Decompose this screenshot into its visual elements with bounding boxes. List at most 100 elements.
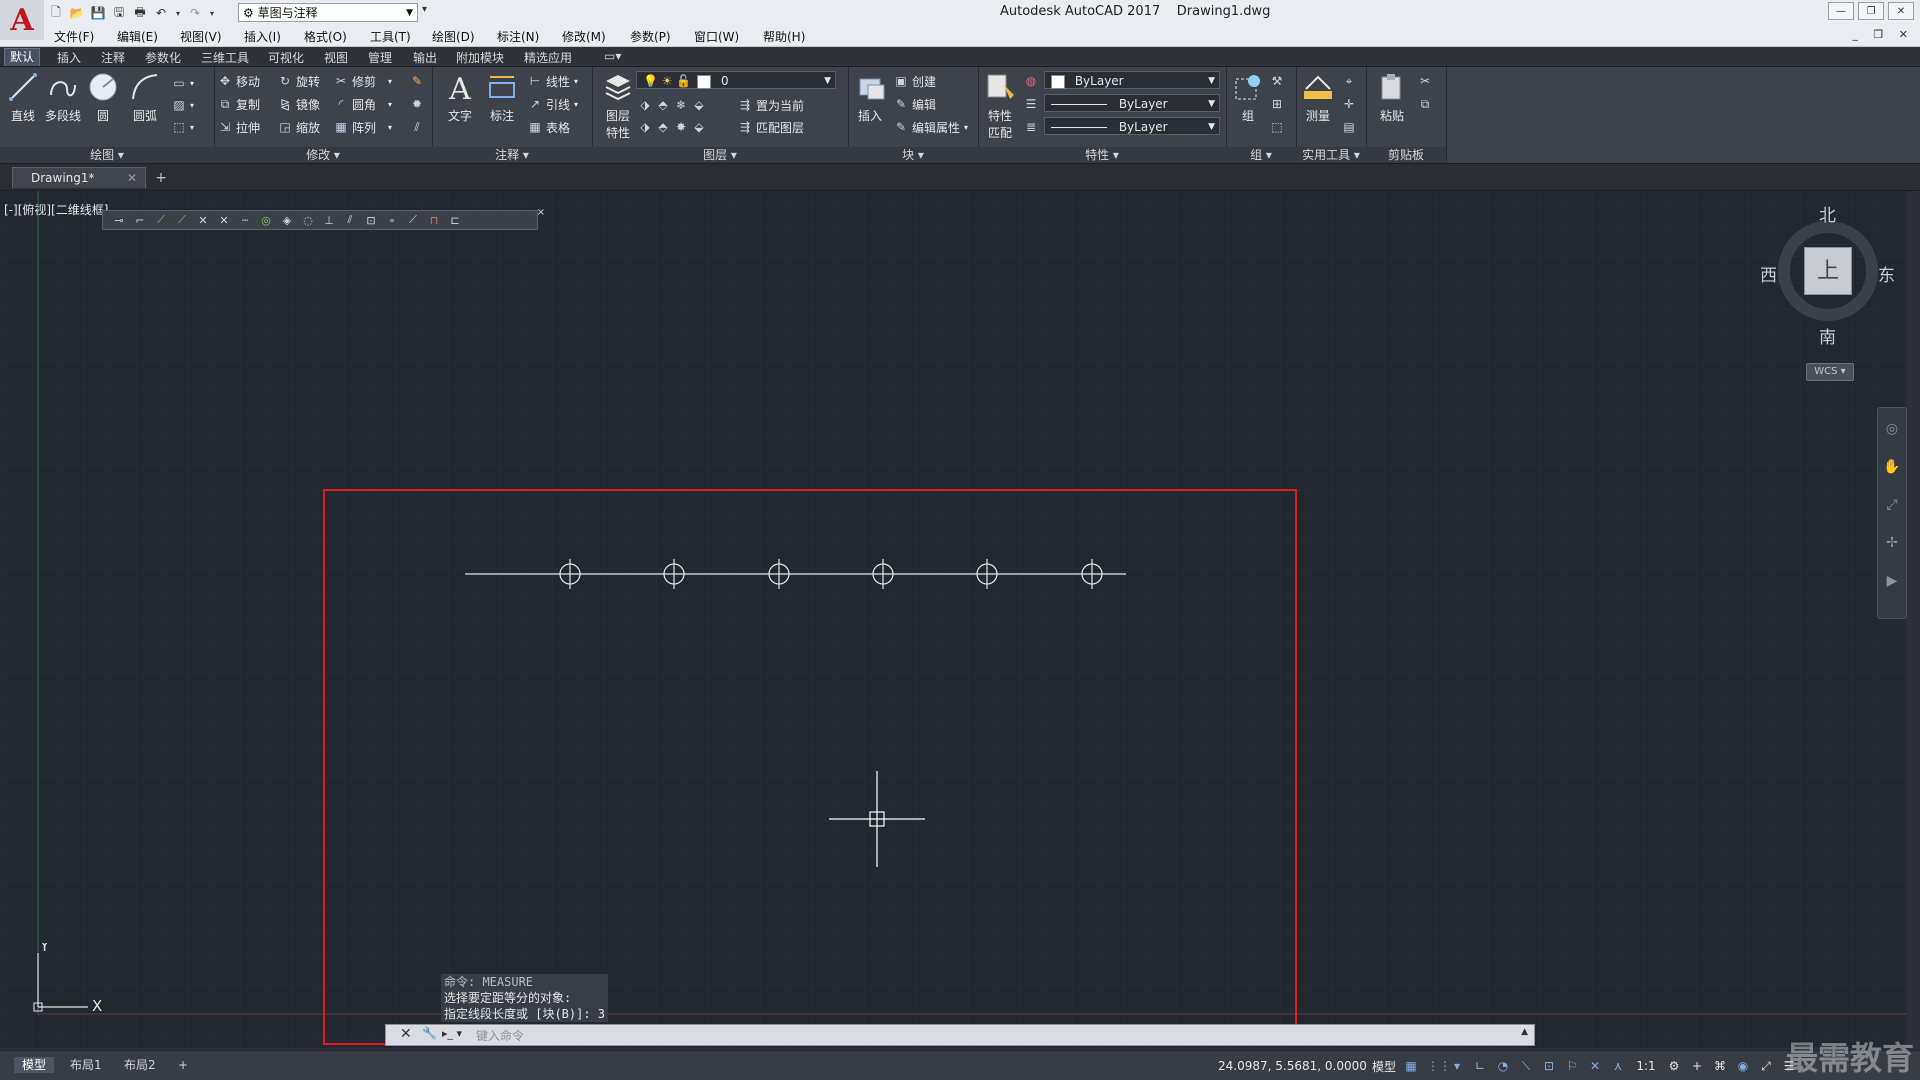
tool-hatch[interactable]: ▨ ▾ (172, 95, 194, 115)
annotation-visibility-icon[interactable]: ⚐ (1565, 1059, 1579, 1074)
point-icon[interactable]: ✛ (1342, 94, 1356, 114)
panel-modify-label[interactable]: 修改 ▾ (214, 147, 432, 163)
units-icon[interactable]: ⌘ (1713, 1059, 1727, 1074)
layer-tools-row1[interactable]: ⬗ ⬘ ❄ ⬙ (638, 95, 706, 115)
linetype-select[interactable]: ByLayer ▼ (1044, 94, 1220, 112)
tool-match-properties[interactable]: 特性 匹配 (980, 71, 1020, 141)
tool-edit-attributes[interactable]: ✎ 编辑属性 ▾ (894, 117, 968, 137)
tab-home[interactable]: 默认 (4, 48, 41, 66)
tool-line[interactable]: 直线 (3, 71, 43, 124)
doc-window-controls[interactable]: _ ❐ ✕ (1852, 28, 1914, 41)
tool-create-block[interactable]: ▣ 创建 (894, 71, 936, 91)
layout-tab-model[interactable]: 模型 (14, 1057, 55, 1073)
infer-icon[interactable]: ▾ (1450, 1059, 1464, 1074)
panel-group-label[interactable]: 组 ▾ (1226, 147, 1296, 163)
tool-table[interactable]: ▦ 表格 (528, 117, 570, 137)
menu-draw[interactable]: 绘图(D) (432, 28, 475, 45)
panel-utilities-label[interactable]: 实用工具 ▾ (1296, 147, 1366, 163)
tab-manage[interactable]: 管理 (368, 49, 392, 66)
menu-modify[interactable]: 修改(M) (562, 28, 606, 45)
tool-paste[interactable]: 粘贴 (1372, 71, 1412, 124)
tool-stretch[interactable]: ⇲ 拉伸 (218, 117, 260, 137)
panel-clipboard-label[interactable]: 剪贴板 (1366, 147, 1446, 163)
tool-fillet[interactable]: ◜ 圆角 ▾ (334, 94, 392, 114)
tool-rotate[interactable]: ↻ 旋转 (278, 71, 320, 91)
panel-draw-label[interactable]: 绘图 ▾ (0, 147, 214, 163)
auto-scale-icon[interactable]: ✕ (1588, 1059, 1602, 1074)
redo-dropdown-icon[interactable]: ▾ (208, 5, 216, 21)
menu-tools[interactable]: 工具(T) (370, 28, 411, 45)
close-button[interactable]: ✕ (1888, 2, 1914, 20)
minimize-button[interactable]: — (1828, 2, 1854, 20)
plot-icon[interactable]: 🖶 (132, 5, 148, 21)
tool-polyline[interactable]: 多段线 (43, 71, 83, 124)
command-line[interactable]: ✕ 🔧 ▸_ ▾ 键入命令 ▲ (385, 1024, 1535, 1046)
menu-help[interactable]: 帮助(H) (763, 28, 805, 45)
add-layout-button[interactable]: + (170, 1057, 196, 1073)
tool-match-layer[interactable]: ⇶ 匹配图层 (738, 117, 804, 137)
ribbon-toggle-icon[interactable]: ▭▾ (604, 49, 621, 63)
panel-block-label[interactable]: 块 ▾ (848, 147, 978, 163)
tool-leader[interactable]: ↗ 引线 ▾ (528, 94, 578, 114)
annotation-scale-value[interactable]: 1:1 (1634, 1059, 1658, 1074)
tool-layer-properties[interactable]: 图层 特性 (598, 71, 638, 141)
menu-edit[interactable]: 编辑(E) (117, 28, 158, 45)
group-select-icon[interactable]: ⬚ (1270, 117, 1284, 137)
layout-tab-layout1[interactable]: 布局1 (62, 1057, 110, 1073)
file-tab-drawing1[interactable]: Drawing1* ✕ (12, 167, 146, 188)
open-file-icon[interactable]: 📂 (69, 5, 85, 21)
copy-clip-icon[interactable]: ⧉ (1418, 94, 1432, 114)
layout-tab-layout2[interactable]: 布局2 (116, 1057, 164, 1073)
command-prompt-icon[interactable]: ▸_ ▾ (442, 1027, 462, 1040)
model-space-button[interactable]: 模型 (1372, 1058, 1396, 1075)
linetype-icon[interactable]: ☰ (1024, 94, 1038, 114)
qat-customize-icon[interactable]: ▾ (422, 4, 427, 15)
tool-boundary[interactable]: ⬚ ▾ (172, 117, 194, 137)
panel-layers-label[interactable]: 图层 ▾ (592, 147, 848, 163)
tab-parametric[interactable]: 参数化 (145, 49, 181, 66)
save-icon[interactable]: 💾 (90, 5, 106, 21)
snap-toggle-icon[interactable]: ⋮⋮ (1427, 1059, 1451, 1074)
save-as-icon[interactable]: 🖫 (111, 5, 127, 21)
menu-view[interactable]: 视图(V) (180, 28, 222, 45)
tool-linear[interactable]: ⊢ 线性 ▾ (528, 71, 578, 91)
tool-set-current[interactable]: ⇶ 置为当前 (738, 95, 804, 115)
menu-window[interactable]: 窗口(W) (694, 28, 739, 45)
tool-array[interactable]: ▦ 阵列 ▾ (334, 117, 392, 137)
tab-3d-tools[interactable]: 三维工具 (201, 49, 249, 66)
close-icon[interactable]: ✕ (127, 168, 137, 189)
chevron-up-icon[interactable]: ▲ (1521, 1027, 1528, 1037)
tab-annotate[interactable]: 注释 (101, 49, 125, 66)
coordinate-readout[interactable]: 24.0987, 5.5681, 0.0000 (1218, 1059, 1367, 1073)
undo-dropdown-icon[interactable]: ▾ (174, 5, 182, 21)
tab-addins[interactable]: 附加模块 (456, 49, 504, 66)
workspace-switch-icon[interactable]: ⚙ (1667, 1059, 1681, 1074)
tab-featured-apps[interactable]: 精选应用 (524, 49, 572, 66)
annotation-scale-icon[interactable]: ⋏ (1611, 1059, 1625, 1074)
polar-toggle-icon[interactable]: ◔ (1496, 1059, 1510, 1074)
restore-button[interactable]: ❐ (1858, 2, 1884, 20)
command-input[interactable]: 键入命令 (476, 1027, 524, 1044)
isolate-objects-icon[interactable]: ◉ (1736, 1059, 1750, 1074)
tool-trim[interactable]: ✂ 修剪 ▾ (334, 71, 392, 91)
panel-annotation-label[interactable]: 注释 ▾ (432, 147, 592, 163)
layer-select[interactable]: 💡 ☀ 🔓 0 ▼ (636, 71, 836, 89)
tool-rectangle[interactable]: ▭ ▾ (172, 73, 194, 93)
tool-insert-block[interactable]: 插入 (850, 71, 890, 124)
tool-move[interactable]: ✥ 移动 (218, 71, 260, 91)
isodraft-icon[interactable]: ⟍ (1519, 1059, 1533, 1074)
close-icon[interactable]: ✕ (400, 1026, 412, 1042)
quick-select-icon[interactable]: ⌖ (1342, 71, 1356, 91)
tool-scale[interactable]: ◲ 缩放 (278, 117, 320, 137)
menu-dimension[interactable]: 标注(N) (497, 28, 539, 45)
lineweight-select[interactable]: ByLayer ▼ (1044, 117, 1220, 135)
menu-parametric[interactable]: 参数(P) (630, 28, 671, 45)
tab-output[interactable]: 输出 (413, 49, 437, 66)
tool-edit-block[interactable]: ✎ 编辑 (894, 94, 936, 114)
osnap-toggle-icon[interactable]: ⊡ (1542, 1059, 1556, 1074)
tab-insert[interactable]: 插入 (57, 49, 81, 66)
tool-offset[interactable]: ⫽ (410, 117, 424, 137)
color-wheel-icon[interactable]: ◍ (1024, 71, 1038, 91)
group-edit-icon[interactable]: ⊞ (1270, 94, 1284, 114)
drawing-canvas[interactable]: [-][俯视][二维线框] ⊸ ⌐ ⟋ ⟋ ✕ ✕ ┄ ◎ ◈ ◌ ⊥ ⫽ ⊡ … (0, 191, 1907, 1048)
